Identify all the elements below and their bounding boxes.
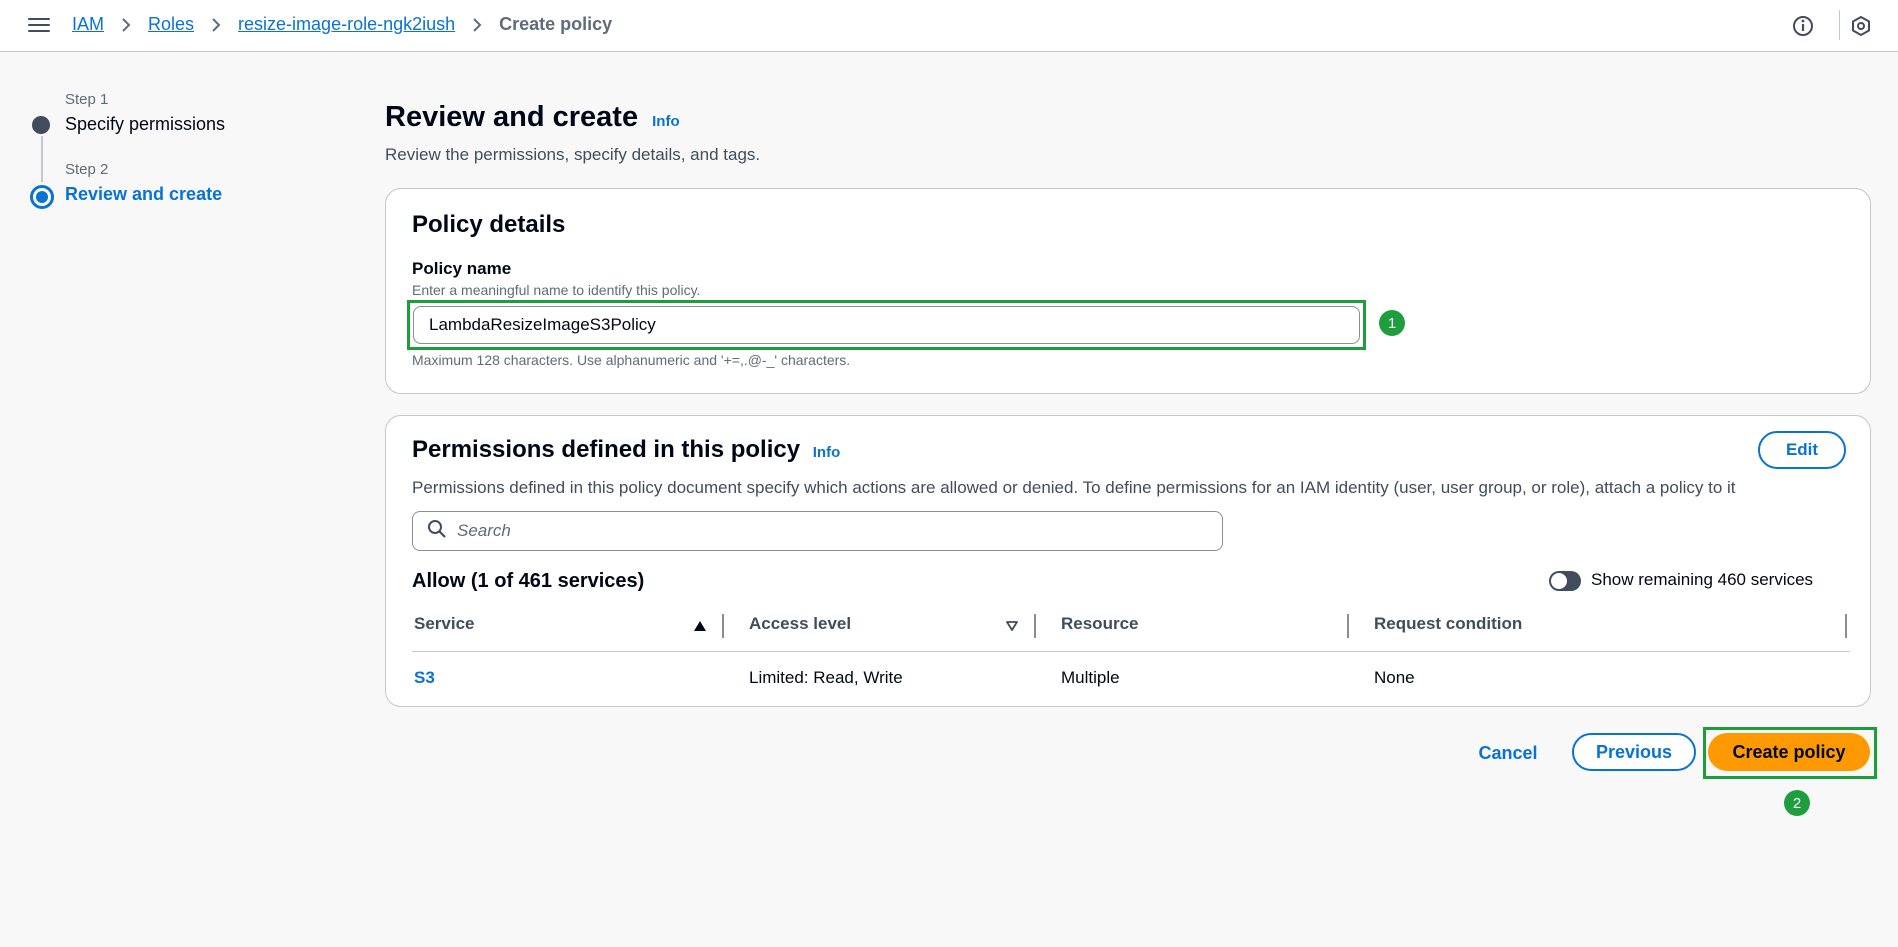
step-2-title: Review and create — [65, 184, 223, 204]
column-divider[interactable] — [1845, 614, 1847, 638]
sort-descending-icon[interactable] — [1005, 619, 1019, 637]
page-title: Review and create Info — [385, 101, 680, 134]
policy-name-input[interactable] — [413, 306, 1360, 344]
table-header-divider — [412, 651, 1850, 652]
info-circle-icon[interactable] — [1791, 14, 1815, 38]
column-header-service[interactable]: Service — [414, 614, 475, 634]
search-input[interactable] — [457, 521, 1197, 541]
breadcrumb-roles[interactable]: Roles — [148, 14, 194, 35]
step-1-complete-dot-icon — [32, 116, 50, 134]
column-divider[interactable] — [722, 614, 724, 638]
edit-button[interactable]: Edit — [1758, 431, 1846, 469]
policy-details-heading: Policy details — [412, 211, 566, 238]
annotation-marker-1: 1 — [1379, 310, 1405, 336]
permissions-heading: Permissions defined in this policy Info — [412, 436, 840, 464]
permissions-description: Permissions defined in this policy docum… — [412, 478, 1736, 497]
permissions-card: Permissions defined in this policy Info … — [385, 415, 1871, 707]
search-field[interactable] — [412, 511, 1223, 551]
chevron-right-icon — [112, 15, 140, 35]
allow-services-heading: Allow (1 of 461 services) — [412, 570, 645, 592]
hamburger-menu-icon[interactable] — [28, 15, 50, 35]
step-1-title[interactable]: Specify permissions — [65, 114, 225, 135]
step-2-active-dot-icon — [30, 185, 54, 209]
column-header-access-level[interactable]: Access level — [749, 614, 851, 634]
page-description: Review the permissions, specify details,… — [385, 145, 761, 164]
breadcrumb-role-name[interactable]: resize-image-role-ngk2iush — [238, 14, 455, 35]
create-policy-button[interactable]: Create policy — [1708, 733, 1870, 771]
toolbar-divider — [1839, 10, 1840, 40]
breadcrumb-iam[interactable]: IAM — [72, 14, 104, 35]
service-link-s3[interactable]: S3 — [414, 668, 435, 688]
request-condition-cell: None — [1374, 668, 1415, 687]
security-shield-icon[interactable] — [1849, 14, 1873, 38]
step-connector-line — [41, 136, 43, 182]
policy-name-description: Enter a meaningful name to identify this… — [412, 282, 701, 298]
permissions-heading-text: Permissions defined in this policy — [412, 436, 801, 463]
column-header-resource: Resource — [1061, 614, 1139, 633]
column-header-request-condition: Request condition — [1374, 614, 1523, 633]
permissions-info-link[interactable]: Info — [813, 444, 841, 461]
cancel-button[interactable]: Cancel — [1466, 734, 1550, 772]
column-divider[interactable] — [1347, 614, 1349, 638]
access-level-cell: Limited: Read, Write — [749, 668, 903, 687]
search-icon — [427, 519, 447, 544]
step-1-label: Step 1 — [65, 91, 109, 108]
step-2-label: Step 2 — [65, 161, 109, 178]
resource-cell: Multiple — [1061, 668, 1120, 687]
chevron-right-icon — [202, 15, 230, 35]
annotation-marker-2: 2 — [1784, 790, 1810, 816]
policy-name-label: Policy name — [412, 259, 512, 278]
show-remaining-services-toggle[interactable] — [1549, 571, 1581, 591]
breadcrumb: IAM Roles resize-image-role-ngk2iush Cre… — [72, 14, 612, 35]
page-info-link[interactable]: Info — [652, 113, 680, 130]
sort-ascending-icon[interactable] — [693, 619, 707, 637]
column-divider[interactable] — [1034, 614, 1036, 638]
page-title-text: Review and create — [385, 101, 639, 133]
breadcrumb-current: Create policy — [499, 14, 613, 34]
policy-name-constraint: Maximum 128 characters. Use alphanumeric… — [412, 352, 851, 368]
chevron-right-icon — [463, 15, 491, 35]
show-remaining-services-label: Show remaining 460 services — [1591, 570, 1814, 589]
previous-button[interactable]: Previous — [1572, 733, 1696, 771]
top-navigation-bar: IAM Roles resize-image-role-ngk2iush Cre… — [0, 0, 1898, 52]
policy-details-card: Policy details Policy name Enter a meani… — [385, 188, 1871, 394]
